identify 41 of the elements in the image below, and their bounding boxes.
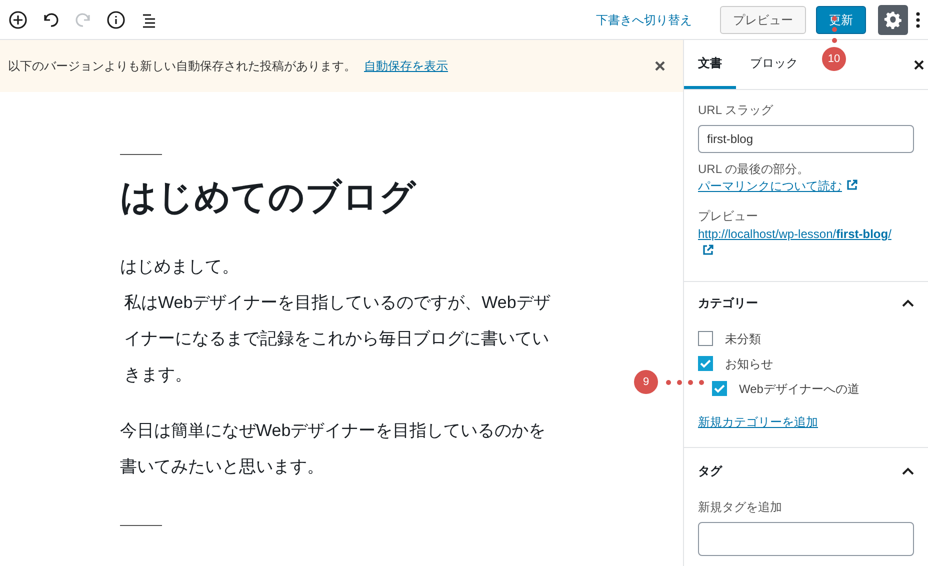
step-badge: 9 [634, 370, 658, 394]
sidebar-tab[interactable]: 文書 [684, 40, 736, 89]
post-title[interactable]: はじめてのブログ [120, 173, 560, 221]
tag-label: 新規タグを追加 [698, 499, 783, 516]
settings-icon [884, 10, 902, 28]
info-icon[interactable] [106, 10, 126, 30]
sidebar-tab[interactable]: ブロック [736, 40, 812, 89]
close-icon[interactable] [655, 61, 665, 71]
permalink-help-link[interactable]: パーマリンクについて読む [698, 179, 842, 193]
slug-help: URL の最後の部分。 パーマリンクについて読む [698, 161, 914, 195]
add-icon[interactable] [8, 10, 28, 30]
external-link-icon [846, 179, 858, 191]
undo-icon[interactable] [42, 10, 60, 28]
category-label: お知らせ [725, 356, 773, 372]
paragraph[interactable]: はじめまして。 [120, 249, 560, 285]
tags-heading[interactable]: タグ [698, 462, 722, 480]
preview-url-link[interactable]: http://localhost/wp-lesson/first-blog/ [698, 227, 892, 241]
close-icon[interactable] [914, 60, 924, 70]
chevron-icon[interactable] [902, 299, 914, 307]
checkbox[interactable] [712, 381, 727, 396]
preview-label: プレビュー [698, 208, 759, 225]
switch-to-draft-link[interactable]: 下書きへ切り替え [596, 10, 692, 28]
slug-field[interactable]: first-blog [698, 125, 914, 153]
external-link-icon [702, 244, 714, 256]
settings-button[interactable] [878, 4, 908, 34]
categories-heading[interactable]: カテゴリー [698, 294, 758, 312]
add-category-link[interactable]: 新規カテゴリーを追加 [698, 413, 914, 431]
show-autosave-link[interactable]: 自動保存を表示 [364, 57, 448, 75]
paragraph[interactable]: 今日は簡単になぜWebデザイナーを目指しているのかを書いてみたいと思います。 [120, 413, 560, 485]
tag-field[interactable] [698, 522, 914, 556]
checkbox[interactable] [698, 356, 713, 371]
more-menu-icon[interactable] [916, 12, 920, 28]
notice-text: 以下のバージョンよりも新しい自動保存された投稿があります。 [8, 58, 356, 75]
category-label: 未分類 [725, 330, 761, 348]
paragraph[interactable]: 私はWebデザイナーを目指しているのですが、Webデザイナーになるまで記録をこれから毎日ブログに書いていきます。 [120, 285, 560, 393]
preview-button[interactable]: プレビュー [720, 6, 806, 34]
step-badge: 10 [822, 47, 846, 71]
chevron-icon[interactable] [902, 467, 914, 475]
category-label: Webデザイナーへの道 [739, 380, 860, 398]
checkbox[interactable] [698, 331, 713, 346]
slug-label: URL スラッグ [698, 102, 774, 119]
